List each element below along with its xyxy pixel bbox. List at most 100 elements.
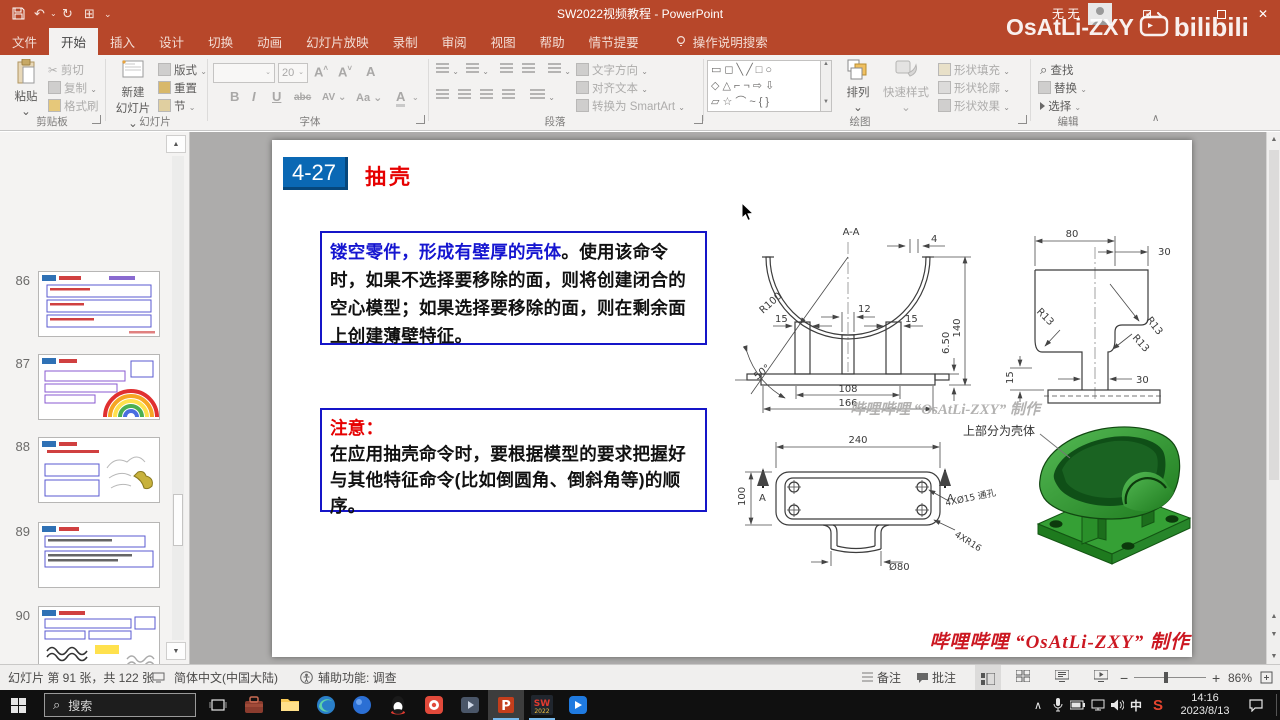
tray-expand-icon[interactable]: ∧ bbox=[1028, 690, 1048, 720]
tab-help[interactable]: 帮助 bbox=[528, 28, 577, 55]
slide-thumbnail-90[interactable] bbox=[38, 606, 160, 664]
tab-view[interactable]: 视图 bbox=[479, 28, 528, 55]
qq-icon[interactable] bbox=[380, 690, 416, 720]
tab-transitions[interactable]: 切换 bbox=[196, 28, 245, 55]
numbering-icon[interactable]: ⌄ bbox=[466, 63, 489, 77]
section-view-drawing[interactable]: A-A R100 50° 4 140 12 15 15 6.50 108 166 bbox=[733, 222, 983, 417]
description-text-box[interactable]: 镂空零件，形成有壁厚的壳体。使用该命令时，如果不选择要移除的面，则将创建闭合的空… bbox=[320, 231, 707, 346]
side-view-drawing[interactable]: 80 30 R13 R13 R13 15 30 bbox=[998, 222, 1188, 407]
vertical-scrollbar[interactable]: ▲ ▲ ▼ ▼ bbox=[1266, 132, 1280, 664]
zoom-in-button[interactable]: + bbox=[1212, 665, 1220, 691]
strikethrough-icon[interactable]: abc bbox=[294, 92, 311, 103]
tab-storyboard[interactable]: 情节提要 bbox=[577, 28, 651, 55]
collapse-ribbon-icon[interactable]: ∧ bbox=[1152, 113, 1159, 124]
shape-gallery-scrollbar[interactable]: ▲ ▼ bbox=[821, 60, 832, 112]
sogou-tray-icon[interactable]: S bbox=[1148, 690, 1168, 720]
format-painter-button[interactable]: 格式刷 bbox=[48, 98, 99, 114]
text-direction-button[interactable]: 文字方向 ⌄ bbox=[576, 62, 648, 78]
edge-browser-icon[interactable] bbox=[308, 690, 344, 720]
battery-tray-icon[interactable] bbox=[1068, 690, 1088, 720]
normal-view-button[interactable] bbox=[975, 665, 1001, 691]
layout-button[interactable]: 版式 ⌄ bbox=[158, 62, 207, 78]
file-explorer-icon[interactable] bbox=[272, 690, 308, 720]
display-settings-icon[interactable] bbox=[152, 665, 165, 691]
taskbar-app-media-icon[interactable] bbox=[452, 690, 488, 720]
top-view-drawing[interactable]: Ø80 240 100 A A 4XØ15 通孔 4XR16 bbox=[733, 420, 1003, 585]
slide-thumbnail-87[interactable] bbox=[38, 354, 160, 420]
find-button[interactable]: ⌕ 查找 bbox=[1040, 62, 1073, 78]
task-view-button[interactable] bbox=[200, 690, 236, 720]
ime-indicator[interactable]: 中 bbox=[1126, 690, 1146, 720]
clock[interactable]: 14:16 2023/8/13 bbox=[1172, 690, 1238, 720]
action-center-icon[interactable] bbox=[1244, 690, 1268, 720]
smartart-button[interactable]: 转换为 SmartArt ⌄ bbox=[576, 98, 685, 114]
columns-icon[interactable]: ⌄ bbox=[530, 89, 555, 103]
font-size-combo[interactable]: 20 ⌄ bbox=[278, 63, 308, 83]
network-tray-icon[interactable] bbox=[1088, 690, 1108, 720]
paste-button[interactable]: 粘贴 ⌄ bbox=[8, 58, 44, 118]
slide-thumbnail-88[interactable] bbox=[38, 437, 160, 503]
previous-slide-button[interactable]: ▲ bbox=[1267, 609, 1280, 624]
volume-tray-icon[interactable] bbox=[1108, 690, 1126, 720]
taskbar-search-box[interactable]: ⌕ 搜索 bbox=[44, 693, 196, 717]
accessibility-status[interactable]: 辅助功能: 调查 bbox=[318, 665, 397, 691]
italic-icon[interactable]: I bbox=[252, 89, 256, 104]
slide-thumbnail-86[interactable] bbox=[38, 271, 160, 337]
font-color-dropdown-icon[interactable]: ⌄ bbox=[412, 93, 419, 102]
font-dialog-launcher[interactable] bbox=[416, 115, 425, 124]
replace-button[interactable]: 替换 ⌄ bbox=[1038, 80, 1087, 96]
slide-thumbnail-89[interactable] bbox=[38, 522, 160, 588]
show-desktop-divider[interactable] bbox=[1276, 694, 1277, 716]
taskbar-app-blue2-icon[interactable] bbox=[560, 690, 596, 720]
solidworks-taskbar-icon[interactable]: SW 2022 bbox=[524, 690, 560, 720]
decrease-indent-icon[interactable] bbox=[500, 63, 513, 77]
clipboard-dialog-launcher[interactable] bbox=[92, 115, 101, 124]
tab-file[interactable]: 文件 bbox=[0, 28, 49, 55]
quick-styles-button[interactable]: 快速样式 ⌄ bbox=[880, 59, 932, 114]
slide-sorter-view-button[interactable] bbox=[1015, 665, 1031, 691]
char-spacing-icon[interactable]: AV ⌄ bbox=[322, 92, 346, 103]
font-name-combo[interactable]: ⌄ bbox=[213, 63, 275, 83]
grow-font-icon[interactable]: A˄ bbox=[314, 64, 328, 79]
slide-counter[interactable]: 幻灯片 第 91 张，共 122 张 bbox=[8, 665, 154, 691]
scroll-down-icon[interactable]: ▼ bbox=[1267, 649, 1280, 664]
fit-to-window-icon[interactable] bbox=[1260, 665, 1273, 691]
align-text-button[interactable]: 对齐文本 ⌄ bbox=[576, 80, 648, 96]
change-case-icon[interactable]: Aa ⌄ bbox=[356, 91, 382, 104]
zoom-slider-thumb[interactable] bbox=[1164, 672, 1168, 683]
taskbar-app-briefcase-icon[interactable] bbox=[236, 690, 272, 720]
lesson-number-box[interactable]: 4-27 bbox=[283, 157, 348, 190]
language-indicator[interactable]: 简体中文(中国大陆) bbox=[174, 665, 278, 691]
shape-outline-button[interactable]: 形状轮廓 ⌄ bbox=[938, 80, 1010, 96]
shell-note-label[interactable]: 上部分为壳体 bbox=[963, 422, 1035, 439]
select-button[interactable]: 选择 ⌄ bbox=[1040, 98, 1081, 114]
tab-home[interactable]: 开始 bbox=[49, 28, 99, 55]
close-button[interactable]: ✕ bbox=[1248, 0, 1278, 28]
align-right-icon[interactable] bbox=[480, 89, 493, 103]
shape-effects-button[interactable]: 形状效果 ⌄ bbox=[938, 98, 1010, 114]
tab-design[interactable]: 设计 bbox=[147, 28, 196, 55]
justify-icon[interactable] bbox=[502, 89, 515, 103]
copy-button[interactable]: 复制 ⌄ bbox=[48, 80, 97, 96]
cut-button[interactable]: ✂ 剪切 bbox=[48, 62, 84, 78]
underline-icon[interactable]: U bbox=[272, 89, 281, 104]
bullets-icon[interactable]: ⌄ bbox=[436, 63, 459, 77]
slide-title[interactable]: 抽壳 bbox=[365, 161, 413, 191]
align-left-icon[interactable] bbox=[436, 89, 449, 103]
taskbar-app-red-icon[interactable] bbox=[416, 690, 452, 720]
font-color-icon[interactable]: A bbox=[396, 89, 406, 107]
tab-slideshow[interactable]: 幻灯片放映 bbox=[294, 28, 381, 55]
next-slide-button[interactable]: ▼ bbox=[1267, 627, 1280, 642]
notes-button[interactable]: 备注 bbox=[862, 665, 901, 691]
bold-icon[interactable]: B bbox=[230, 89, 239, 104]
slideshow-view-button[interactable] bbox=[1093, 665, 1109, 691]
thumb-scroll-track[interactable] bbox=[172, 156, 184, 640]
taskbar-app-blue-sphere-icon[interactable] bbox=[344, 690, 380, 720]
drawing-dialog-launcher[interactable] bbox=[1018, 115, 1027, 124]
tab-insert[interactable]: 插入 bbox=[98, 28, 147, 55]
slide-canvas[interactable]: 4-27 抽壳 镂空零件，形成有壁厚的壳体。使用该命令时，如果不选择要移除的面，… bbox=[272, 140, 1192, 657]
scroll-up-icon[interactable]: ▲ bbox=[1267, 132, 1280, 147]
microphone-tray-icon[interactable] bbox=[1048, 690, 1068, 720]
zoom-slider-track[interactable] bbox=[1134, 677, 1206, 678]
paragraph-dialog-launcher[interactable] bbox=[694, 115, 703, 124]
